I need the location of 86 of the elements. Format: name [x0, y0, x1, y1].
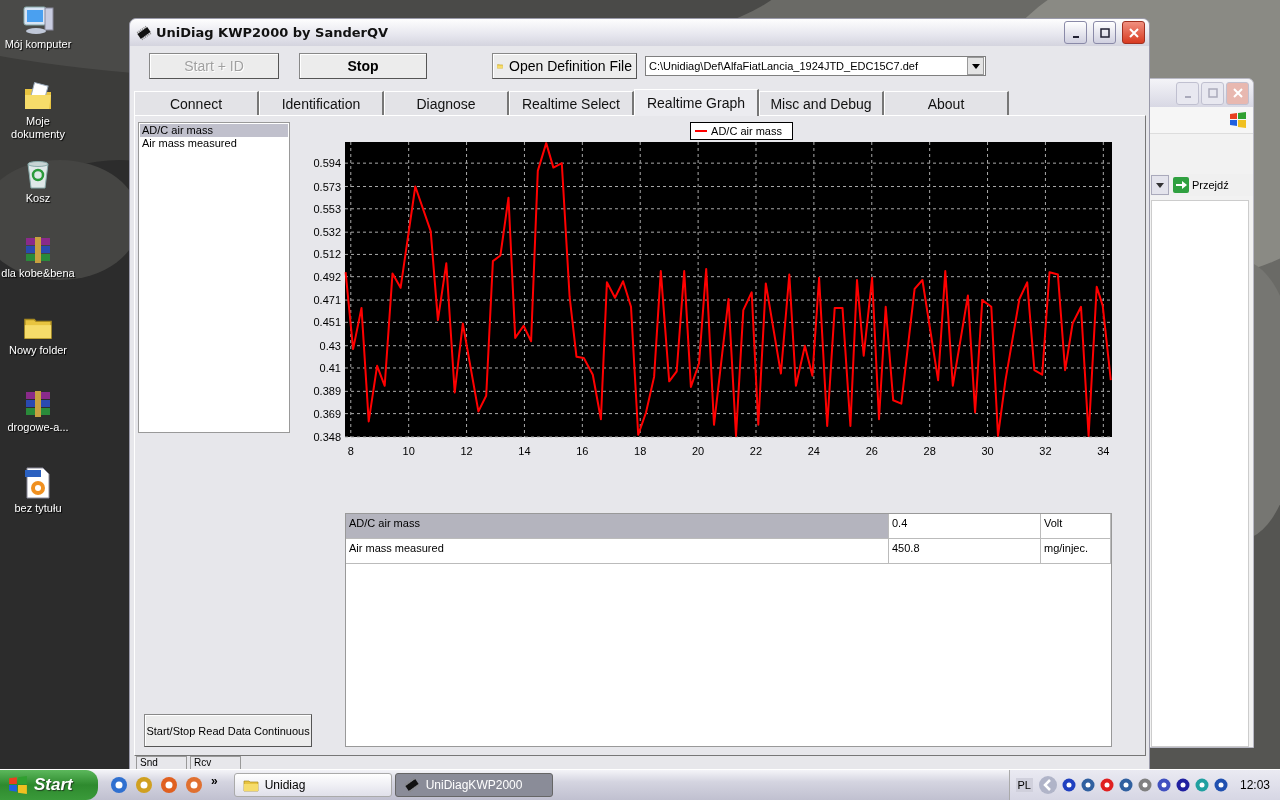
definition-file-dropdown[interactable]: C:\Unidiag\Def\AlfaFiatLancia_1924JTD_EDC15C7.def [645, 56, 986, 76]
y-tick-label: 0.451 [313, 316, 341, 329]
windows-flag-icon [8, 776, 28, 794]
desktop-icon-label[interactable]: Nowy folder [0, 344, 76, 357]
windows-flag-icon [1229, 112, 1247, 128]
y-tick-label: 0.348 [313, 431, 341, 443]
tab[interactable]: Identification [259, 91, 384, 115]
minimize-icon [1184, 96, 1191, 98]
x-tick-label: 26 [865, 445, 878, 457]
minimize-button[interactable] [1064, 21, 1087, 44]
x-tick-label: 18 [634, 445, 647, 457]
table-cell: Volt [1041, 514, 1111, 539]
tray-icon[interactable] [1060, 777, 1077, 793]
desktop-icon-label[interactable]: Kosz [0, 192, 76, 205]
close-icon [1128, 27, 1139, 38]
tray-icon[interactable] [1155, 777, 1172, 793]
clock: 12:03 [1239, 778, 1270, 792]
x-tick-label: 22 [749, 445, 763, 457]
x-tick-label: 30 [981, 445, 994, 457]
tray-icon[interactable] [1079, 777, 1096, 793]
maximize-icon [1099, 27, 1110, 38]
y-tick-label: 0.594 [313, 157, 341, 170]
table-cell: AD/C air mass [346, 514, 889, 539]
table-cell: Air mass measured [346, 539, 889, 564]
tray-icon[interactable] [1212, 777, 1229, 793]
y-tick-label: 0.512 [313, 248, 341, 261]
x-tick-label: 8 [347, 445, 354, 457]
y-tick-label: 0.43 [319, 339, 341, 352]
table-cell: 450.8 [889, 539, 1041, 564]
image-file-icon [23, 466, 53, 500]
quick-launch-icon[interactable] [110, 776, 128, 794]
x-tick-label: 14 [518, 445, 531, 457]
window-title: UniDiag KWP2000 by SanderQV [156, 25, 390, 40]
x-tick-label: 12 [460, 445, 473, 457]
tab[interactable]: Realtime Select [509, 91, 634, 115]
quick-launch-icon[interactable] [160, 776, 178, 794]
table-cell: mg/injec. [1041, 539, 1111, 564]
caret-icon [971, 63, 980, 69]
tab[interactable]: About [884, 91, 1009, 115]
x-tick-label: 16 [576, 445, 589, 457]
language-indicator[interactable]: PL [1015, 778, 1033, 792]
list-item[interactable]: Air mass measured [140, 137, 288, 150]
tab[interactable]: Connect [134, 91, 259, 115]
tab[interactable]: Realtime Graph [634, 89, 759, 116]
maximize-button[interactable] [1093, 21, 1116, 44]
x-tick-label: 28 [923, 445, 936, 457]
folder-icon [242, 777, 259, 793]
y-tick-label: 0.41 [319, 362, 341, 374]
close-icon [1232, 88, 1243, 98]
quick-launch-icon[interactable] [185, 776, 203, 794]
start-button[interactable]: Start [0, 770, 98, 800]
y-tick-label: 0.369 [313, 407, 341, 420]
y-tick-label: 0.492 [313, 270, 341, 283]
y-tick-label: 0.573 [313, 180, 341, 193]
maximize-icon [1207, 88, 1218, 98]
desktop-icon-label[interactable]: Moje dokumenty [0, 115, 76, 141]
chip-icon [403, 777, 420, 793]
tab[interactable]: Diagnose [384, 91, 509, 115]
desktop-icon-label[interactable]: Mój komputer [0, 38, 76, 51]
list-item[interactable]: AD/C air mass [140, 124, 288, 137]
minimize-icon [1072, 35, 1079, 38]
close-button[interactable] [1122, 21, 1145, 44]
tray-icon[interactable] [1117, 777, 1134, 793]
x-tick-label: 10 [402, 445, 415, 457]
legend-label: AD/C air mass [711, 125, 782, 137]
tray-icon[interactable] [1174, 777, 1191, 793]
x-tick-label: 24 [807, 445, 820, 457]
x-tick-label: 20 [692, 445, 705, 457]
caret-icon [1156, 182, 1164, 188]
read-data-button[interactable]: Start/Stop Read Data Continuous [144, 714, 312, 747]
desktop-icon-label[interactable]: drogowe-a... [0, 421, 76, 434]
computer-icon [21, 4, 55, 36]
open-definition-button[interactable]: Open Definition File [492, 53, 637, 79]
x-tick-label: 32 [1039, 445, 1052, 457]
desktop-icon-label[interactable]: dla kobe&bena [0, 267, 76, 280]
tab[interactable]: Misc and Debug [759, 91, 884, 115]
y-tick-label: 0.389 [313, 385, 341, 398]
desktop-icon-label[interactable]: bez tytułu [0, 502, 76, 515]
more-button[interactable]: » [211, 774, 218, 788]
y-tick-label: 0.553 [313, 202, 341, 215]
x-tick-label: 34 [1097, 445, 1110, 457]
y-tick-label: 0.471 [313, 294, 341, 307]
table-cell: 0.4 [889, 514, 1041, 539]
y-tick-label: 0.532 [313, 226, 341, 239]
taskbar-button[interactable]: Unidiag [233, 773, 392, 797]
stop-button[interactable]: Stop [299, 53, 427, 79]
